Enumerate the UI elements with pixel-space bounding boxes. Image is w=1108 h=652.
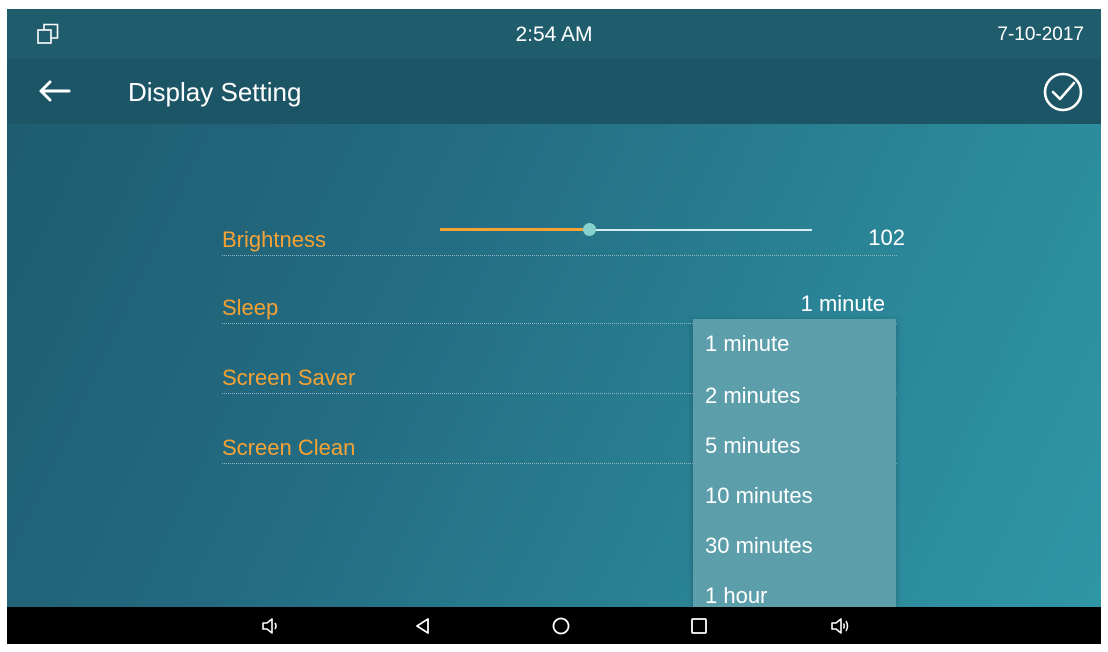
- brightness-slider[interactable]: [440, 219, 812, 241]
- slider-fill: [440, 228, 589, 231]
- back-triangle-icon[interactable]: [412, 616, 434, 636]
- screen: 2:54 AM 7-10-2017 Display Setting Bright…: [7, 9, 1101, 607]
- status-date: 7-10-2017: [997, 24, 1084, 45]
- volume-down-icon[interactable]: [260, 616, 282, 636]
- volume-up-icon[interactable]: [830, 616, 852, 636]
- status-bar: 2:54 AM 7-10-2017: [7, 9, 1101, 59]
- brightness-label: Brightness: [222, 227, 326, 252]
- sleep-option[interactable]: 1 minute: [693, 319, 896, 369]
- brightness-value: 102: [868, 225, 905, 250]
- arrow-left-icon[interactable]: [35, 75, 75, 107]
- sleep-dropdown: 1 minute 2 minutes 5 minutes 10 minutes …: [693, 319, 896, 607]
- home-circle-icon[interactable]: [550, 616, 572, 636]
- recents-square-icon[interactable]: [688, 616, 710, 636]
- slider-thumb[interactable]: [582, 223, 596, 236]
- sleep-value[interactable]: 1 minute: [801, 291, 885, 317]
- sleep-label: Sleep: [222, 295, 279, 320]
- sleep-option[interactable]: 5 minutes: [693, 419, 896, 469]
- screen-clean-label: Screen Clean: [222, 435, 356, 460]
- sleep-option[interactable]: 2 minutes: [693, 369, 896, 419]
- page-title: Display Setting: [128, 77, 302, 107]
- sleep-option[interactable]: 1 hour: [693, 569, 896, 607]
- device-frame: 2:54 AM 7-10-2017 Display Setting Bright…: [7, 9, 1101, 644]
- sleep-option[interactable]: 10 minutes: [693, 469, 896, 519]
- title-bar: Display Setting: [7, 59, 1101, 124]
- navigation-bar: [7, 607, 1101, 644]
- status-time: 2:54 AM: [515, 23, 593, 46]
- sleep-option[interactable]: 30 minutes: [693, 519, 896, 569]
- screen-saver-label: Screen Saver: [222, 365, 356, 390]
- check-circle-icon[interactable]: [1042, 71, 1084, 113]
